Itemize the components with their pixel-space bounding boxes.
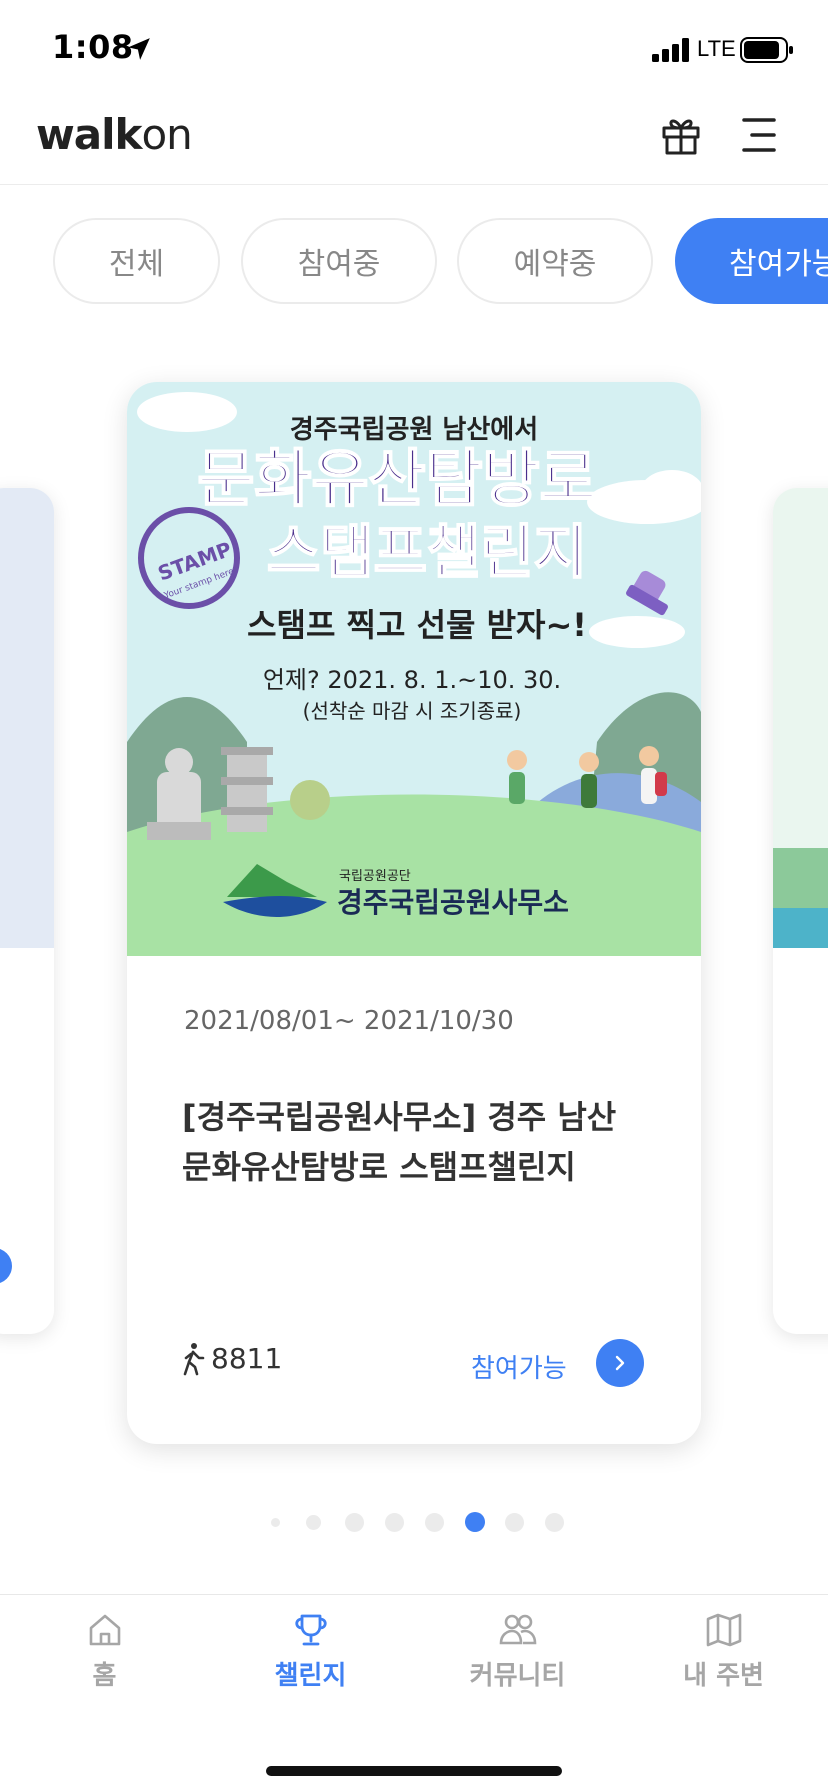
banner-line5: 언제? 2021. 8. 1.~10. 30.	[263, 666, 561, 694]
pagination-dot[interactable]	[505, 1513, 524, 1532]
banner-line2: 문화유산탐방로	[197, 442, 596, 515]
logo-bold-part: walk	[36, 110, 142, 159]
chip-available[interactable]: 참여가능	[675, 218, 828, 304]
pagination-dot[interactable]	[545, 1513, 564, 1532]
home-icon	[89, 1614, 120, 1646]
carousel-pagination	[0, 1510, 828, 1534]
status-time: 1:08	[52, 28, 134, 66]
pagination-dot[interactable]	[271, 1518, 280, 1527]
pagination-dot[interactable]	[425, 1513, 444, 1532]
challenge-banner-image: STAMP Your stamp here 경주국립공원 남산에서 문화유산탐방…	[127, 382, 701, 956]
cellular-signal-icon	[652, 38, 689, 62]
map-icon	[706, 1613, 741, 1647]
next-card-water	[773, 908, 828, 948]
org-small-text: 국립공원공단	[339, 869, 411, 884]
banner-line1: 경주국립공원 남산에서	[290, 415, 538, 445]
pagination-dot[interactable]	[385, 1513, 404, 1532]
nav-community[interactable]: 커뮤니티	[414, 1611, 621, 1701]
status-bar: 1:08 LTE	[0, 0, 828, 100]
nav-challenge-label: 챌린지	[274, 1661, 347, 1691]
chip-participating[interactable]: 참여중	[241, 218, 437, 304]
org-big-text: 경주국립공원사무소	[337, 886, 569, 919]
banner-line6: (선착순 마감 시 조기종료)	[303, 699, 522, 723]
previous-challenge-card[interactable]	[0, 488, 54, 1334]
pagination-dot-active[interactable]	[465, 1512, 485, 1532]
nav-community-label: 커뮤니티	[469, 1661, 566, 1691]
app-header: walkon	[0, 100, 828, 185]
filter-chips: 전체 참여중 예약중 참여가능	[0, 216, 828, 306]
nav-challenge[interactable]: 챌린지	[207, 1611, 414, 1701]
pagination-dot[interactable]	[345, 1513, 364, 1532]
bottom-navigation: 홈 챌린지 커뮤니티 내 주변	[0, 1594, 828, 1792]
logo-thin-part: on	[141, 110, 192, 159]
battery-icon	[740, 37, 793, 63]
chip-all[interactable]: 전체	[53, 218, 220, 304]
participant-count: 8811	[211, 1342, 283, 1375]
walking-person-icon	[183, 1343, 205, 1376]
network-type: LTE	[697, 36, 736, 61]
nav-nearby[interactable]: 내 주변	[620, 1611, 827, 1701]
gift-icon[interactable]	[660, 114, 702, 156]
community-icon	[499, 1614, 536, 1645]
home-indicator[interactable]	[266, 1766, 562, 1776]
nav-home[interactable]: 홈	[1, 1611, 208, 1701]
challenge-title[interactable]: [경주국립공원사무소] 경주 남산 문화유산탐방로 스탬프챌린지	[182, 1092, 652, 1192]
banner-line3: 스탬프챌린지	[267, 518, 587, 586]
challenge-status[interactable]: 참여가능	[471, 1348, 567, 1385]
menu-icon[interactable]	[738, 116, 778, 154]
previous-card-banner	[0, 488, 54, 948]
chip-reserved[interactable]: 예약중	[457, 218, 653, 304]
challenge-period: 2021/08/01~ 2021/10/30	[184, 1006, 514, 1036]
previous-card-arrow-button[interactable]	[0, 1248, 12, 1284]
pagination-dot[interactable]	[306, 1515, 321, 1530]
nav-home-label: 홈	[92, 1661, 117, 1691]
next-challenge-card[interactable]	[773, 488, 828, 1334]
challenge-card[interactable]: STAMP Your stamp here 경주국립공원 남산에서 문화유산탐방…	[127, 382, 701, 1444]
open-challenge-button[interactable]	[596, 1339, 644, 1387]
next-card-banner	[773, 488, 828, 948]
walkon-logo[interactable]: walkon	[36, 110, 193, 159]
trophy-icon	[294, 1614, 327, 1646]
chevron-right-icon	[615, 1355, 625, 1371]
nav-nearby-label: 내 주변	[683, 1661, 764, 1691]
banner-line4: 스탬프 찍고 선물 받자~!	[247, 606, 587, 644]
location-arrow-icon	[128, 38, 150, 60]
